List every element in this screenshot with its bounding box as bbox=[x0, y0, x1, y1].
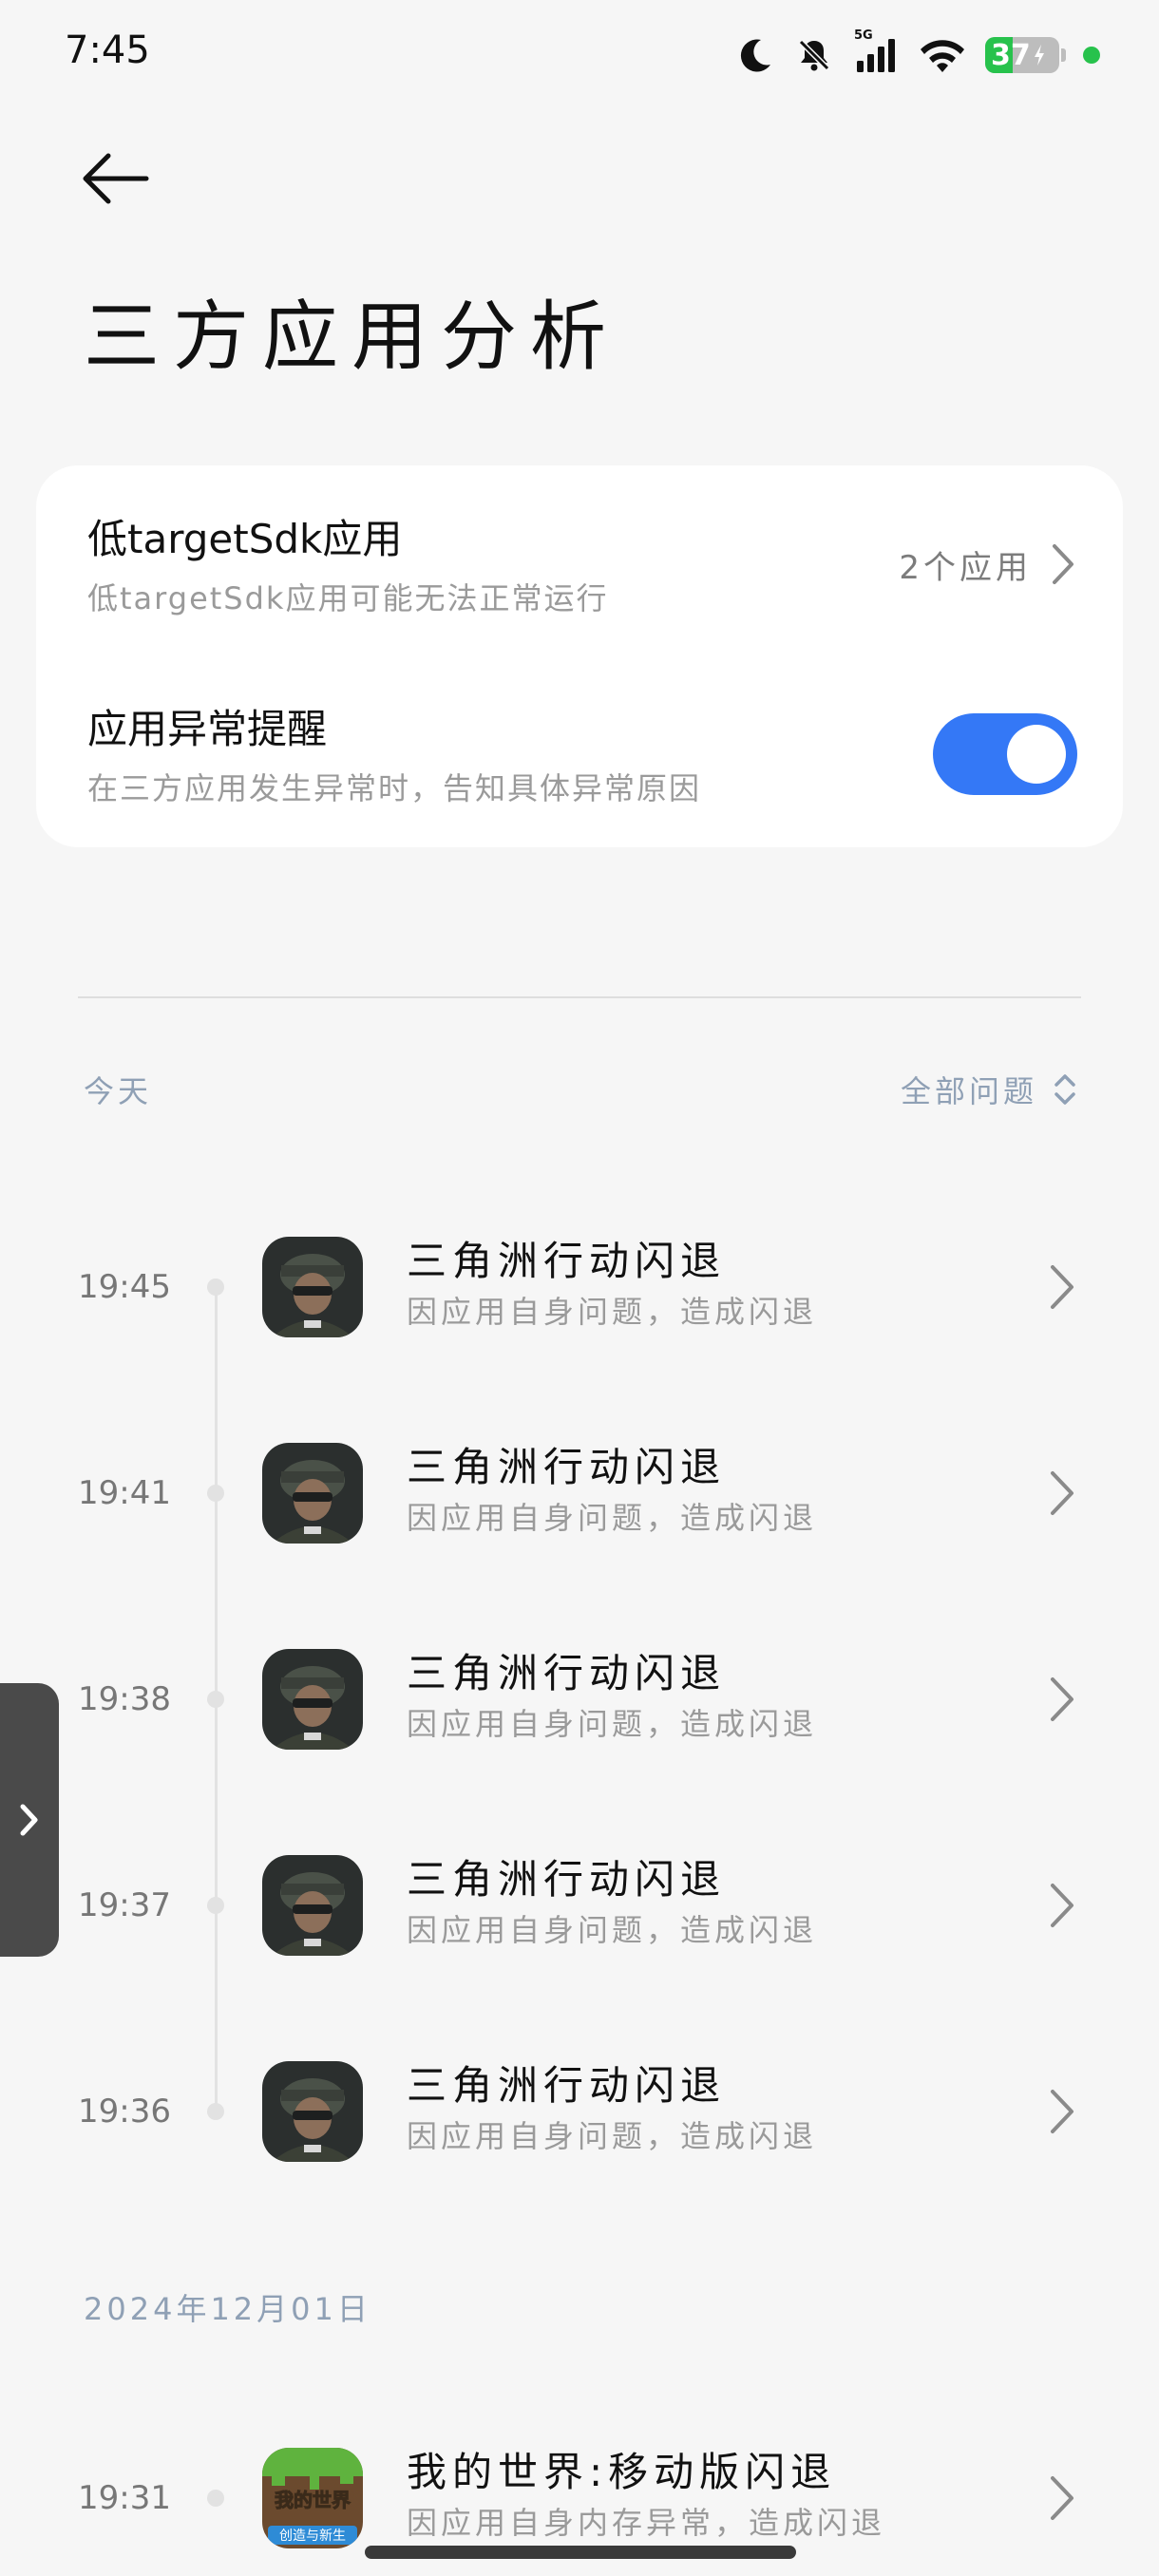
crash-title: 三角洲行动闪退 bbox=[407, 1856, 727, 1903]
crash-list-item[interactable]: 19:36 三角洲行动闪退因应用自身问题，造成闪退 bbox=[0, 2040, 1159, 2183]
timeline-dot bbox=[207, 1897, 224, 1914]
status-bar: 7:45 5G 37 bbox=[0, 0, 1159, 104]
timeline-dot bbox=[207, 1485, 224, 1502]
delta-force-app-icon bbox=[262, 2061, 363, 2162]
crash-reason: 因应用自身问题，造成闪退 bbox=[407, 1706, 818, 1742]
delta-force-app-icon bbox=[262, 1855, 363, 1956]
crash-list-item[interactable]: 19:37 三角洲行动闪退因应用自身问题，造成闪退 bbox=[0, 1834, 1159, 1977]
page-title: 三方应用分析 bbox=[84, 293, 619, 381]
toggle-knob bbox=[1007, 725, 1066, 784]
arrow-left-icon bbox=[83, 153, 149, 204]
crash-time: 19:37 bbox=[78, 1886, 171, 1924]
crash-time: 19:38 bbox=[78, 1680, 171, 1718]
crash-reason: 因应用自身问题，造成闪退 bbox=[407, 1912, 818, 1948]
minecraft-app-icon: 我的世界 创造与新生 bbox=[262, 2448, 363, 2548]
delta-force-app-icon bbox=[262, 1649, 363, 1750]
crash-reason: 因应用自身问题，造成闪退 bbox=[407, 1500, 818, 1536]
delta-force-app-icon bbox=[262, 1237, 363, 1337]
timeline-dot bbox=[207, 2490, 224, 2507]
divider bbox=[78, 996, 1081, 998]
section-label-date: 2024年12月01日 bbox=[84, 2291, 371, 2327]
status-time: 7:45 bbox=[65, 28, 150, 72]
chevron-right-icon bbox=[1051, 1471, 1074, 1515]
chevron-right-icon bbox=[1051, 1265, 1074, 1309]
app-exception-alert-row: 应用异常提醒 在三方应用发生异常时，告知具体异常原因 bbox=[87, 697, 1077, 811]
crash-time: 19:45 bbox=[78, 1268, 171, 1306]
timeline-dot bbox=[207, 2103, 224, 2120]
privacy-indicator-dot bbox=[1083, 47, 1100, 64]
side-drawer-handle[interactable] bbox=[0, 1683, 59, 1957]
signal-icon: 5G bbox=[852, 28, 900, 76]
delta-force-app-icon bbox=[262, 1443, 363, 1544]
crash-list-item[interactable]: 19:41 三角洲行动闪退因应用自身问题，造成闪退 bbox=[0, 1422, 1159, 1564]
minecraft-icon-subtitle: 创造与新生 bbox=[279, 2529, 346, 2544]
crash-reason: 因应用自身问题，造成闪退 bbox=[407, 2118, 818, 2154]
crash-title: 我的世界:移动版闪退 bbox=[407, 2449, 837, 2495]
crash-time: 19:31 bbox=[78, 2479, 171, 2517]
crash-time: 19:36 bbox=[78, 2093, 171, 2131]
timeline-dot bbox=[207, 1691, 224, 1708]
status-icons: 5G 37 bbox=[734, 28, 1100, 82]
low-target-sdk-value-group: 2个应用 bbox=[899, 507, 1077, 621]
problem-filter-dropdown[interactable]: 全部问题 bbox=[901, 1068, 1077, 1111]
chevron-right-icon bbox=[1053, 544, 1074, 584]
home-indicator[interactable] bbox=[365, 2546, 796, 2559]
section-label-today: 今天 bbox=[84, 1073, 153, 1109]
crash-time: 19:41 bbox=[78, 1474, 171, 1512]
app-exception-toggle[interactable] bbox=[933, 713, 1077, 795]
network-type: 5G bbox=[854, 28, 873, 43]
crash-title: 三角洲行动闪退 bbox=[407, 2062, 727, 2109]
back-button[interactable] bbox=[78, 142, 162, 215]
settings-card: 低targetSdk应用 低targetSdk应用可能无法正常运行 2个应用 应… bbox=[36, 465, 1123, 847]
crash-title: 三角洲行动闪退 bbox=[407, 1444, 727, 1490]
chevron-right-icon bbox=[20, 1804, 38, 1836]
app-exception-alert-subtitle: 在三方应用发生异常时，告知具体异常原因 bbox=[87, 770, 702, 806]
crash-reason: 因应用自身问题，造成闪退 bbox=[407, 1294, 818, 1330]
crash-title: 三角洲行动闪退 bbox=[407, 1238, 727, 1284]
chevron-right-icon bbox=[1051, 1677, 1074, 1721]
filter-label: 全部问题 bbox=[900, 1073, 1037, 1109]
app-exception-toggle-group bbox=[933, 697, 1077, 811]
crash-list-item[interactable]: 19:38 三角洲行动闪退因应用自身问题，造成闪退 bbox=[0, 1628, 1159, 1771]
chevron-right-icon bbox=[1051, 2476, 1074, 2520]
chevron-right-icon bbox=[1051, 1884, 1074, 1927]
timeline-dot bbox=[207, 1279, 224, 1296]
wifi-icon bbox=[917, 34, 968, 76]
battery-icon: 37 bbox=[985, 37, 1066, 73]
moon-icon bbox=[734, 34, 776, 76]
minecraft-icon-title: 我的世界 bbox=[275, 2489, 351, 2511]
sort-updown-icon bbox=[1054, 1074, 1075, 1105]
low-target-sdk-count: 2个应用 bbox=[899, 548, 1032, 587]
crash-reason: 因应用自身内存异常，造成闪退 bbox=[407, 2505, 886, 2541]
bell-off-icon bbox=[793, 34, 835, 76]
crash-title: 三角洲行动闪退 bbox=[407, 1650, 727, 1696]
crash-list-item[interactable]: 19:45 三角洲行动闪退因应用自身问题，造成闪退 bbox=[0, 1216, 1159, 1358]
chevron-right-icon bbox=[1051, 2090, 1074, 2133]
app-exception-alert-title: 应用异常提醒 bbox=[87, 706, 328, 752]
page: 7:45 5G 37 三方应用分析 低targetSdk应用 低targetSd… bbox=[0, 0, 1159, 2576]
low-target-sdk-row[interactable]: 低targetSdk应用 低targetSdk应用可能无法正常运行 2个应用 bbox=[87, 507, 1077, 621]
battery-level: 37 bbox=[991, 38, 1031, 72]
